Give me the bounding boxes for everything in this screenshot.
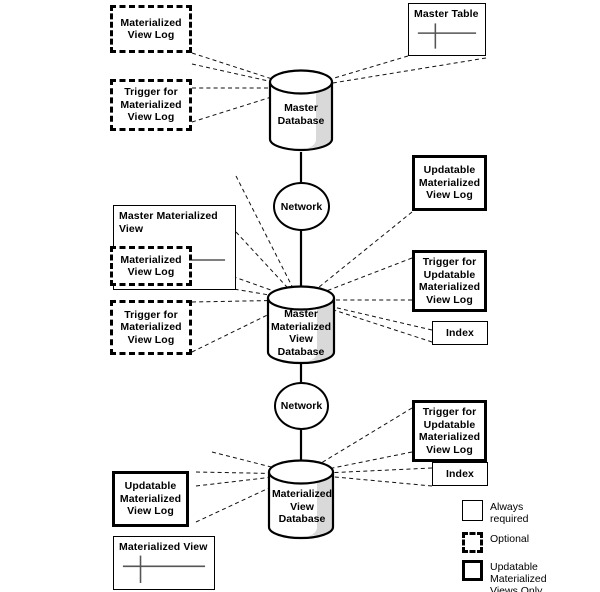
box-trigger-for-updatable-materialized-view-log-mid[interactable]: Trigger for Updatable Materialized View … [412, 250, 487, 312]
box-label: Trigger for Updatable Materialized View … [418, 406, 481, 456]
legend-swatch-thick-solid-box [462, 560, 483, 581]
box-index-mid[interactable]: Index [432, 321, 488, 345]
box-materialized-view-bottom[interactable]: Materialized View [113, 536, 215, 590]
box-label: Master Table [414, 8, 479, 20]
box-materialized-view-log-top[interactable]: Materialized View Log [110, 5, 192, 53]
node-network-upper[interactable]: Network [273, 182, 330, 231]
cylinder-master-materialized-view-database[interactable]: Master Materialized View Database [262, 284, 340, 368]
legend-swatch-thin-solid-box [462, 500, 483, 521]
cylinder-label: Master Materialized View Database [270, 308, 332, 358]
legend-label: Always required [490, 501, 529, 525]
box-label: Master Materialized View [119, 210, 218, 235]
box-trigger-for-updatable-materialized-view-log-bottom[interactable]: Trigger for Updatable Materialized View … [412, 400, 487, 462]
legend-swatch-dashed-box [462, 532, 483, 553]
box-materialized-view-log-mid[interactable]: Materialized View Log [110, 246, 192, 286]
legend-label: Updatable Materialized Views Only [490, 561, 547, 592]
diagram-canvas: Materialized View Log Trigger for Materi… [0, 0, 600, 592]
box-updatable-materialized-view-log-bottom[interactable]: Updatable Materialized View Log [112, 471, 189, 527]
box-master-table[interactable]: Master Table [408, 3, 486, 56]
box-label: Trigger for Updatable Materialized View … [418, 256, 481, 306]
box-trigger-for-materialized-view-log-top[interactable]: Trigger for Materialized View Log [110, 79, 192, 131]
box-label: Updatable Materialized View Log [418, 164, 481, 202]
legend: Always required Optional Updatable Mater… [462, 500, 597, 592]
cylinder-master-database[interactable]: Master Database [264, 68, 338, 153]
legend-item-always-required: Always required [462, 500, 597, 525]
network-label: Network [280, 200, 323, 213]
legend-label: Optional [490, 533, 530, 545]
box-index-bottom[interactable]: Index [432, 462, 488, 486]
box-label: Index [446, 326, 474, 339]
box-label: Materialized View [119, 541, 208, 553]
cylinder-label: Materialized View Database [271, 488, 333, 525]
network-label: Network [280, 400, 323, 412]
box-label: Materialized View Log [120, 253, 182, 279]
node-network-lower[interactable]: Network [274, 382, 329, 430]
cylinder-label: Master Database [277, 102, 325, 127]
box-updatable-materialized-view-log-mid[interactable]: Updatable Materialized View Log [412, 155, 487, 211]
cylinder-materialized-view-database[interactable]: Materialized View Database [264, 458, 340, 542]
box-trigger-for-materialized-view-log-mid[interactable]: Trigger for Materialized View Log [110, 300, 192, 355]
box-label: Trigger for Materialized View Log [120, 308, 182, 346]
box-label: Trigger for Materialized View Log [120, 86, 182, 124]
box-label: Updatable Materialized View Log [119, 480, 182, 518]
legend-item-updatable-only: Updatable Materialized Views Only [462, 560, 597, 592]
box-label: Index [446, 467, 474, 480]
legend-item-optional: Optional [462, 532, 597, 553]
box-label: Materialized View Log [120, 16, 182, 42]
